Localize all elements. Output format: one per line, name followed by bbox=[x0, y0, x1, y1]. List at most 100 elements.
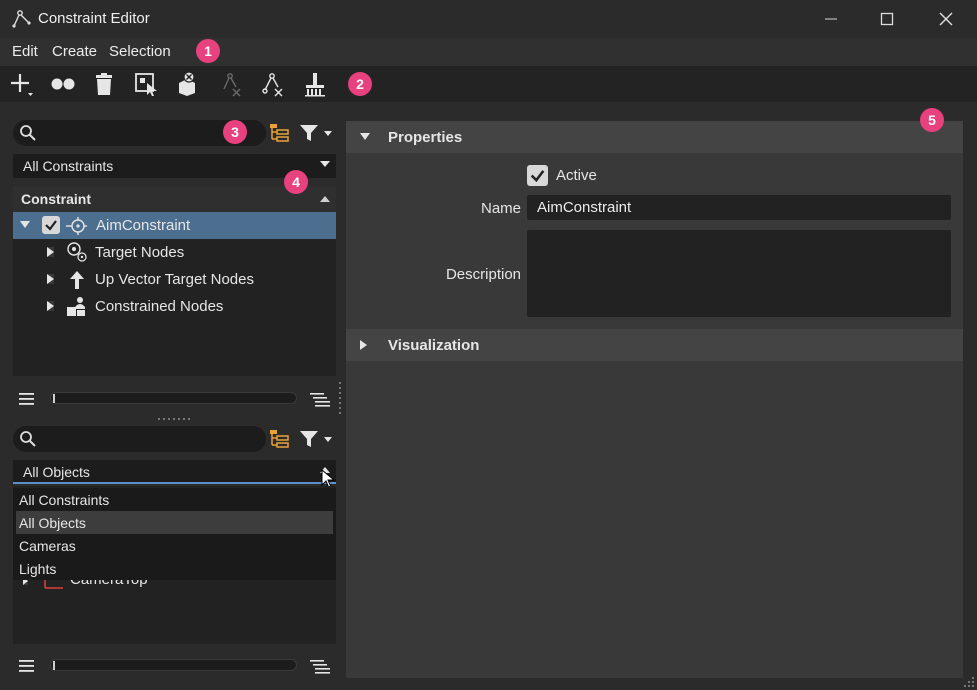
description-label: Description bbox=[445, 266, 521, 283]
objects-filter-value: All Objects bbox=[23, 464, 90, 480]
clean-icon bbox=[305, 73, 325, 97]
constraints-footer-bar bbox=[13, 387, 336, 411]
horizontal-splitter-grip[interactable] bbox=[158, 417, 192, 421]
zoom-slider-thumb[interactable] bbox=[53, 394, 55, 403]
hierarchy-icon[interactable] bbox=[268, 122, 290, 144]
select-button[interactable] bbox=[131, 70, 161, 98]
expand-arrow-icon[interactable] bbox=[47, 274, 54, 284]
active-label: Active bbox=[556, 167, 597, 184]
objects-footer-bar bbox=[13, 654, 336, 678]
expand-arrow-icon bbox=[360, 340, 367, 350]
visualization-section-header[interactable]: Visualization bbox=[346, 329, 963, 361]
minimize-button[interactable] bbox=[802, 0, 860, 38]
menu-selection[interactable]: Selection bbox=[109, 43, 171, 60]
maximize-icon bbox=[880, 12, 894, 26]
window-title: Constraint Editor bbox=[38, 10, 150, 27]
select-icon bbox=[135, 73, 157, 96]
annotation-badge-5: 5 bbox=[920, 108, 944, 132]
remove-node-button[interactable] bbox=[258, 70, 288, 98]
description-field[interactable] bbox=[527, 230, 951, 317]
objects-search-input[interactable] bbox=[13, 426, 266, 452]
dropdown-option-all-constraints[interactable]: All Constraints bbox=[13, 488, 336, 511]
zoom-slider[interactable] bbox=[50, 392, 297, 404]
up-arrow-icon bbox=[70, 271, 84, 289]
add-button[interactable] bbox=[6, 70, 36, 98]
menu-bar: Edit Create Selection bbox=[0, 38, 977, 66]
connect-button[interactable] bbox=[48, 70, 78, 98]
vertical-splitter-grip[interactable] bbox=[337, 382, 343, 416]
objects-filter-combo[interactable]: All Objects bbox=[13, 460, 336, 484]
tree-row-aimconstraint[interactable]: AimConstraint bbox=[13, 212, 336, 239]
tree-row-constrained-nodes[interactable]: Constrained Nodes bbox=[13, 293, 336, 320]
checkmark-icon bbox=[530, 170, 545, 183]
constraint-editor-app-icon bbox=[12, 10, 31, 28]
properties-section-header[interactable]: Properties bbox=[346, 121, 963, 153]
hierarchy-icon[interactable] bbox=[268, 428, 290, 450]
resize-grip-icon[interactable] bbox=[963, 676, 975, 688]
aimconstraint-checkbox[interactable] bbox=[42, 216, 60, 234]
annotation-badge-4: 4 bbox=[284, 170, 308, 194]
tree-row-label: AimConstraint bbox=[96, 217, 191, 234]
menu-create[interactable]: Create bbox=[52, 43, 97, 60]
search-icon bbox=[20, 431, 36, 447]
checkmark-icon bbox=[45, 220, 57, 231]
expand-arrow-icon[interactable] bbox=[47, 301, 54, 311]
add-icon bbox=[11, 74, 33, 96]
detail-view-icon[interactable] bbox=[309, 658, 331, 674]
list-view-icon[interactable] bbox=[18, 391, 36, 407]
constraints-filter-value: All Constraints bbox=[23, 158, 114, 174]
active-checkbox[interactable] bbox=[527, 165, 548, 186]
constrained-nodes-icon bbox=[67, 297, 85, 316]
annotation-badge-2: 2 bbox=[348, 72, 372, 96]
chevron-down-icon bbox=[320, 161, 330, 167]
sort-ascending-icon bbox=[320, 196, 330, 202]
dropdown-option-cameras[interactable]: Cameras bbox=[13, 534, 336, 557]
name-label: Name bbox=[480, 200, 521, 217]
minimize-icon bbox=[825, 18, 837, 20]
left-panel: All Constraints Constraint AimConstraint bbox=[0, 102, 346, 690]
properties-panel: Properties Active Name AimConstraint Des… bbox=[346, 121, 963, 678]
clean-button[interactable] bbox=[300, 70, 330, 98]
delete-icon bbox=[96, 73, 112, 95]
tree-row-up-vector-target-nodes[interactable]: Up Vector Target Nodes bbox=[13, 266, 336, 293]
title-bar: Constraint Editor bbox=[0, 0, 977, 38]
expand-arrow-icon[interactable] bbox=[47, 247, 54, 257]
dropdown-option-all-objects[interactable]: All Objects bbox=[16, 511, 333, 534]
remove-node-icon bbox=[262, 73, 283, 97]
tree-row-target-nodes[interactable]: Target Nodes bbox=[13, 239, 336, 266]
close-button[interactable] bbox=[917, 0, 975, 38]
search-icon bbox=[20, 125, 36, 141]
aim-target-icon bbox=[66, 217, 87, 235]
constraints-tree: Constraint AimConstraint Target Nodes Up… bbox=[13, 186, 336, 376]
dropdown-option-lights[interactable]: Lights bbox=[13, 557, 336, 580]
list-view-icon[interactable] bbox=[18, 658, 36, 674]
collapse-arrow-icon[interactable] bbox=[20, 221, 30, 228]
tree-row-label: Constrained Nodes bbox=[95, 298, 224, 315]
properties-section-label: Properties bbox=[388, 129, 463, 146]
connect-icon bbox=[51, 78, 75, 90]
name-field[interactable]: AimConstraint bbox=[527, 195, 951, 220]
tree-row-label: Target Nodes bbox=[95, 244, 185, 261]
constrain-button[interactable] bbox=[173, 70, 203, 98]
delete-button[interactable] bbox=[89, 70, 119, 98]
close-icon bbox=[939, 12, 953, 26]
tree-row-label: Up Vector Target Nodes bbox=[95, 271, 254, 288]
zoom-slider[interactable] bbox=[50, 659, 297, 671]
menu-edit[interactable]: Edit bbox=[12, 43, 38, 60]
maximize-button[interactable] bbox=[858, 0, 916, 38]
remove-target-button bbox=[216, 70, 246, 98]
visualization-section-label: Visualization bbox=[388, 337, 480, 354]
detail-view-icon[interactable] bbox=[309, 391, 331, 407]
collapse-arrow-icon bbox=[360, 133, 370, 140]
objects-filter-dropdown: All Constraints All Objects Cameras Ligh… bbox=[13, 488, 336, 580]
target-nodes-icon bbox=[67, 242, 87, 262]
disabled-remove-target-icon bbox=[223, 73, 241, 97]
filter-icon[interactable] bbox=[298, 428, 334, 450]
toolbar bbox=[0, 66, 977, 102]
annotation-badge-3: 3 bbox=[223, 120, 247, 144]
annotation-badge-1: 1 bbox=[196, 39, 220, 63]
zoom-slider-thumb[interactable] bbox=[53, 661, 55, 670]
constrain-icon bbox=[179, 71, 195, 96]
tree-header-label: Constraint bbox=[21, 191, 91, 207]
filter-icon[interactable] bbox=[298, 122, 334, 144]
